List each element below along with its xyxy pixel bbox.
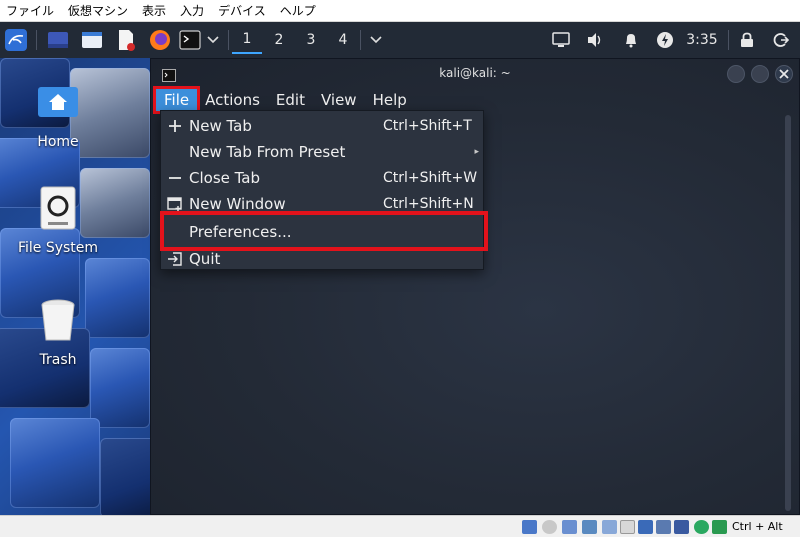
- menu-item-close-tab[interactable]: Close Tab Ctrl+Shift+W: [161, 165, 483, 191]
- menu-view[interactable]: View: [313, 89, 365, 111]
- menu-item-label: New Tab: [189, 117, 252, 135]
- close-button[interactable]: [775, 65, 793, 83]
- menu-edit[interactable]: Edit: [268, 89, 313, 111]
- notification-bell-icon[interactable]: [620, 26, 642, 54]
- top-panel: 1 2 3 4 3:35: [0, 22, 800, 58]
- desktop-icon-label: File System: [17, 240, 99, 256]
- menu-file[interactable]: File: [152, 86, 201, 114]
- chevron-down-icon[interactable]: [204, 26, 222, 54]
- firefox-icon[interactable]: [146, 26, 174, 54]
- workspace-4[interactable]: 4: [328, 26, 358, 54]
- vm-statusbar: Ctrl + Alt: [0, 515, 800, 537]
- maximize-button[interactable]: [751, 65, 769, 83]
- preferences-highlight-box: [160, 211, 488, 251]
- audio-icon[interactable]: [562, 520, 577, 534]
- display-icon[interactable]: [550, 26, 572, 54]
- host-menubar: ファイル 仮想マシン 表示 入力 デバイス ヘルプ: [0, 0, 800, 22]
- text-editor-icon[interactable]: [112, 26, 140, 54]
- desktop-icon-filesystem[interactable]: File System: [0, 186, 118, 256]
- minimize-button[interactable]: [727, 65, 745, 83]
- menu-actions[interactable]: Actions: [197, 89, 268, 111]
- desktop-icon-trash[interactable]: Trash: [0, 298, 118, 368]
- clock[interactable]: 3:35: [682, 26, 722, 54]
- workspace-3[interactable]: 3: [296, 26, 326, 54]
- desktop-icon-label: Home: [37, 134, 79, 150]
- workspace-2[interactable]: 2: [264, 26, 294, 54]
- desktop-icon-label: Trash: [39, 352, 77, 368]
- host-menu-machine[interactable]: 仮想マシン: [68, 2, 128, 19]
- menu-item-label: New Tab From Preset: [189, 143, 346, 161]
- network-icon[interactable]: [582, 520, 597, 534]
- mouse-integration-icon[interactable]: [712, 520, 727, 534]
- host-menu-input[interactable]: 入力: [180, 2, 204, 19]
- optical-drive-icon[interactable]: [542, 520, 557, 534]
- desktop-icon[interactable]: [44, 26, 72, 54]
- title-bar[interactable]: kali@kali: ~: [151, 59, 799, 87]
- wallpaper-cube: [10, 418, 100, 508]
- terminal-icon[interactable]: [178, 26, 202, 54]
- plus-icon: [161, 119, 189, 133]
- file-manager-icon[interactable]: [78, 26, 106, 54]
- menu-item-shortcut: Ctrl+Shift+N: [383, 196, 474, 212]
- host-menu-help[interactable]: ヘルプ: [280, 2, 316, 19]
- menu-item-new-tab-from-preset[interactable]: New Tab From Preset ▸: [161, 139, 483, 165]
- recording-icon[interactable]: [656, 520, 671, 534]
- display-icon[interactable]: [638, 520, 653, 534]
- lock-icon[interactable]: [736, 26, 758, 54]
- power-manager-icon[interactable]: [654, 26, 676, 54]
- trash-icon: [36, 298, 80, 342]
- minus-icon: [161, 171, 189, 185]
- logout-icon[interactable]: [770, 26, 792, 54]
- panel-separator: [228, 30, 229, 50]
- menu-help[interactable]: Help: [365, 89, 415, 111]
- panel-separator: [728, 30, 729, 50]
- menu-item-shortcut: Ctrl+Shift+T: [383, 118, 472, 134]
- menu-item-shortcut: Ctrl+Shift+W: [383, 170, 478, 186]
- hard-disk-icon[interactable]: [522, 520, 537, 534]
- chevron-down-icon[interactable]: [366, 26, 386, 54]
- filesystem-drive-icon: [36, 186, 80, 230]
- guest-additions-icon[interactable]: [694, 520, 709, 534]
- host-menu-file[interactable]: ファイル: [6, 2, 54, 19]
- workspace-1[interactable]: 1: [232, 26, 262, 54]
- kali-menu-icon[interactable]: [2, 26, 30, 54]
- menu-item-new-tab[interactable]: New Tab Ctrl+Shift+T: [161, 113, 483, 139]
- window-title: kali@kali: ~: [439, 66, 511, 80]
- host-menu-view[interactable]: 表示: [142, 2, 166, 19]
- host-key-label: Ctrl + Alt: [732, 520, 783, 533]
- menu-item-label: Quit: [189, 250, 221, 268]
- quit-icon: [161, 252, 189, 266]
- panel-separator: [36, 30, 37, 50]
- usb-icon[interactable]: [602, 520, 617, 534]
- new-window-icon: [161, 197, 189, 211]
- menu-item-label: Close Tab: [189, 169, 261, 187]
- desktop-icon-home[interactable]: Home: [0, 80, 118, 150]
- panel-separator: [360, 30, 361, 50]
- home-folder-icon: [36, 80, 80, 124]
- shared-folder-icon[interactable]: [620, 520, 635, 534]
- cpu-icon[interactable]: [674, 520, 689, 534]
- host-menu-devices[interactable]: デバイス: [218, 2, 266, 19]
- submenu-arrow-icon: ▸: [474, 147, 479, 157]
- volume-icon[interactable]: [584, 26, 606, 54]
- scrollbar[interactable]: [785, 115, 791, 511]
